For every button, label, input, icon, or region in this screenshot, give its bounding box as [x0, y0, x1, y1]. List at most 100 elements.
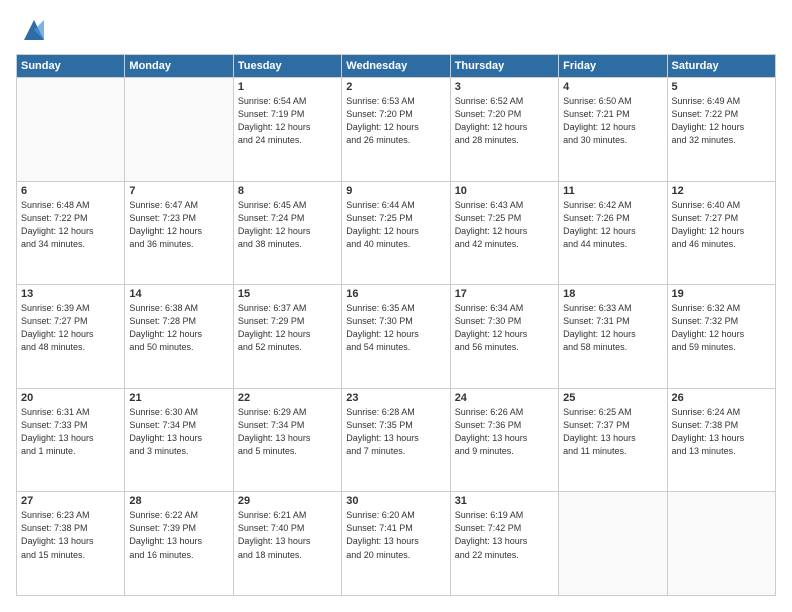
calendar-header-sunday: Sunday [17, 55, 125, 78]
day-number: 1 [238, 81, 337, 93]
day-info: Sunrise: 6:28 AMSunset: 7:35 PMDaylight:… [346, 406, 445, 458]
day-number: 12 [672, 185, 771, 197]
calendar-cell: 10Sunrise: 6:43 AMSunset: 7:25 PMDayligh… [450, 181, 558, 285]
calendar-cell: 18Sunrise: 6:33 AMSunset: 7:31 PMDayligh… [559, 285, 667, 389]
day-info: Sunrise: 6:39 AMSunset: 7:27 PMDaylight:… [21, 302, 120, 354]
day-info: Sunrise: 6:25 AMSunset: 7:37 PMDaylight:… [563, 406, 662, 458]
calendar-cell: 23 Sunrise: 6:28 AMSunset: 7:35 PMDayligh… [342, 388, 450, 492]
day-info: Sunrise: 6:50 AMSunset: 7:21 PMDaylight:… [563, 95, 662, 147]
logo-icon [20, 16, 48, 44]
day-number: 2 [346, 81, 445, 93]
day-number: 23 [346, 392, 445, 404]
calendar-cell [559, 492, 667, 596]
day-number: 13 [21, 288, 120, 300]
day-number: 19 [672, 288, 771, 300]
calendar-cell [17, 78, 125, 182]
day-number: 7 [129, 185, 228, 197]
day-info: Sunrise: 6:47 AMSunset: 7:23 PMDaylight:… [129, 199, 228, 251]
day-info: Sunrise: 6:33 AMSunset: 7:31 PMDaylight:… [563, 302, 662, 354]
calendar-header-friday: Friday [559, 55, 667, 78]
page-header [16, 16, 776, 44]
day-number: 11 [563, 185, 662, 197]
calendar-cell: 7 Sunrise: 6:47 AMSunset: 7:23 PMDaylight… [125, 181, 233, 285]
calendar-cell: 24 Sunrise: 6:26 AMSunset: 7:36 PMDayligh… [450, 388, 558, 492]
calendar-cell: 11 Sunrise: 6:42 AMSunset: 7:26 PMDayligh… [559, 181, 667, 285]
day-number: 10 [455, 185, 554, 197]
day-info: Sunrise: 6:45 AMSunset: 7:24 PMDaylight:… [238, 199, 337, 251]
day-info: Sunrise: 6:23 AMSunset: 7:38 PMDaylight:… [21, 509, 120, 561]
day-info: Sunrise: 6:54 AMSunset: 7:19 PMDaylight:… [238, 95, 337, 147]
calendar-cell: 29 Sunrise: 6:21 AMSunset: 7:40 PMDayligh… [233, 492, 341, 596]
calendar-cell: 22Sunrise: 6:29 AMSunset: 7:34 PMDayligh… [233, 388, 341, 492]
day-number: 27 [21, 495, 120, 507]
day-number: 31 [455, 495, 554, 507]
day-info: Sunrise: 6:42 AMSunset: 7:26 PMDaylight:… [563, 199, 662, 251]
calendar-week-2: 6 Sunrise: 6:48 AMSunset: 7:22 PMDaylight… [17, 181, 776, 285]
day-number: 9 [346, 185, 445, 197]
day-info: Sunrise: 6:24 AMSunset: 7:38 PMDaylight:… [672, 406, 771, 458]
calendar-header-monday: Monday [125, 55, 233, 78]
day-info: Sunrise: 6:21 AMSunset: 7:40 PMDaylight:… [238, 509, 337, 561]
calendar-cell: 8 Sunrise: 6:45 AMSunset: 7:24 PMDaylight… [233, 181, 341, 285]
day-info: Sunrise: 6:37 AMSunset: 7:29 PMDaylight:… [238, 302, 337, 354]
calendar-header-row: SundayMondayTuesdayWednesdayThursdayFrid… [17, 55, 776, 78]
day-number: 6 [21, 185, 120, 197]
calendar-cell: 30 Sunrise: 6:20 AMSunset: 7:41 PMDayligh… [342, 492, 450, 596]
logo [16, 16, 48, 44]
day-info: Sunrise: 6:53 AMSunset: 7:20 PMDaylight:… [346, 95, 445, 147]
day-info: Sunrise: 6:35 AMSunset: 7:30 PMDaylight:… [346, 302, 445, 354]
day-number: 28 [129, 495, 228, 507]
day-info: Sunrise: 6:32 AMSunset: 7:32 PMDaylight:… [672, 302, 771, 354]
day-number: 22 [238, 392, 337, 404]
calendar-cell: 17 Sunrise: 6:34 AMSunset: 7:30 PMDayligh… [450, 285, 558, 389]
day-info: Sunrise: 6:48 AMSunset: 7:22 PMDaylight:… [21, 199, 120, 251]
day-info: Sunrise: 6:20 AMSunset: 7:41 PMDaylight:… [346, 509, 445, 561]
day-number: 14 [129, 288, 228, 300]
calendar-cell [125, 78, 233, 182]
calendar-header-tuesday: Tuesday [233, 55, 341, 78]
day-number: 17 [455, 288, 554, 300]
calendar-cell: 31 Sunrise: 6:19 AMSunset: 7:42 PMDayligh… [450, 492, 558, 596]
day-info: Sunrise: 6:34 AMSunset: 7:30 PMDaylight:… [455, 302, 554, 354]
calendar-cell: 27 Sunrise: 6:23 AMSunset: 7:38 PMDayligh… [17, 492, 125, 596]
day-info: Sunrise: 6:44 AMSunset: 7:25 PMDaylight:… [346, 199, 445, 251]
calendar-cell: 25Sunrise: 6:25 AMSunset: 7:37 PMDayligh… [559, 388, 667, 492]
calendar-header-saturday: Saturday [667, 55, 775, 78]
day-info: Sunrise: 6:19 AMSunset: 7:42 PMDaylight:… [455, 509, 554, 561]
day-number: 21 [129, 392, 228, 404]
day-number: 20 [21, 392, 120, 404]
calendar-cell: 2 Sunrise: 6:53 AMSunset: 7:20 PMDaylight… [342, 78, 450, 182]
day-number: 8 [238, 185, 337, 197]
calendar-cell: 20 Sunrise: 6:31 AMSunset: 7:33 PMDayligh… [17, 388, 125, 492]
day-info: Sunrise: 6:52 AMSunset: 7:20 PMDaylight:… [455, 95, 554, 147]
day-info: Sunrise: 6:30 AMSunset: 7:34 PMDaylight:… [129, 406, 228, 458]
day-number: 24 [455, 392, 554, 404]
day-number: 29 [238, 495, 337, 507]
day-number: 5 [672, 81, 771, 93]
calendar-week-4: 20 Sunrise: 6:31 AMSunset: 7:33 PMDayligh… [17, 388, 776, 492]
day-info: Sunrise: 6:49 AMSunset: 7:22 PMDaylight:… [672, 95, 771, 147]
calendar-cell [667, 492, 775, 596]
day-number: 30 [346, 495, 445, 507]
calendar-page: SundayMondayTuesdayWednesdayThursdayFrid… [0, 0, 792, 612]
calendar-header-thursday: Thursday [450, 55, 558, 78]
calendar-cell: 14 Sunrise: 6:38 AMSunset: 7:28 PMDayligh… [125, 285, 233, 389]
calendar-cell: 4 Sunrise: 6:50 AMSunset: 7:21 PMDaylight… [559, 78, 667, 182]
calendar-cell: 1 Sunrise: 6:54 AMSunset: 7:19 PMDaylight… [233, 78, 341, 182]
day-info: Sunrise: 6:22 AMSunset: 7:39 PMDaylight:… [129, 509, 228, 561]
calendar-week-3: 13 Sunrise: 6:39 AMSunset: 7:27 PMDayligh… [17, 285, 776, 389]
day-info: Sunrise: 6:38 AMSunset: 7:28 PMDaylight:… [129, 302, 228, 354]
calendar-week-1: 1 Sunrise: 6:54 AMSunset: 7:19 PMDaylight… [17, 78, 776, 182]
calendar-table: SundayMondayTuesdayWednesdayThursdayFrid… [16, 54, 776, 596]
calendar-cell: 9 Sunrise: 6:44 AMSunset: 7:25 PMDaylight… [342, 181, 450, 285]
day-number: 16 [346, 288, 445, 300]
day-info: Sunrise: 6:26 AMSunset: 7:36 PMDaylight:… [455, 406, 554, 458]
calendar-cell: 12Sunrise: 6:40 AMSunset: 7:27 PMDayligh… [667, 181, 775, 285]
calendar-cell: 3Sunrise: 6:52 AMSunset: 7:20 PMDaylight… [450, 78, 558, 182]
calendar-week-5: 27 Sunrise: 6:23 AMSunset: 7:38 PMDayligh… [17, 492, 776, 596]
day-number: 26 [672, 392, 771, 404]
day-number: 4 [563, 81, 662, 93]
calendar-cell: 15Sunrise: 6:37 AMSunset: 7:29 PMDayligh… [233, 285, 341, 389]
day-info: Sunrise: 6:31 AMSunset: 7:33 PMDaylight:… [21, 406, 120, 458]
calendar-cell: 13 Sunrise: 6:39 AMSunset: 7:27 PMDayligh… [17, 285, 125, 389]
